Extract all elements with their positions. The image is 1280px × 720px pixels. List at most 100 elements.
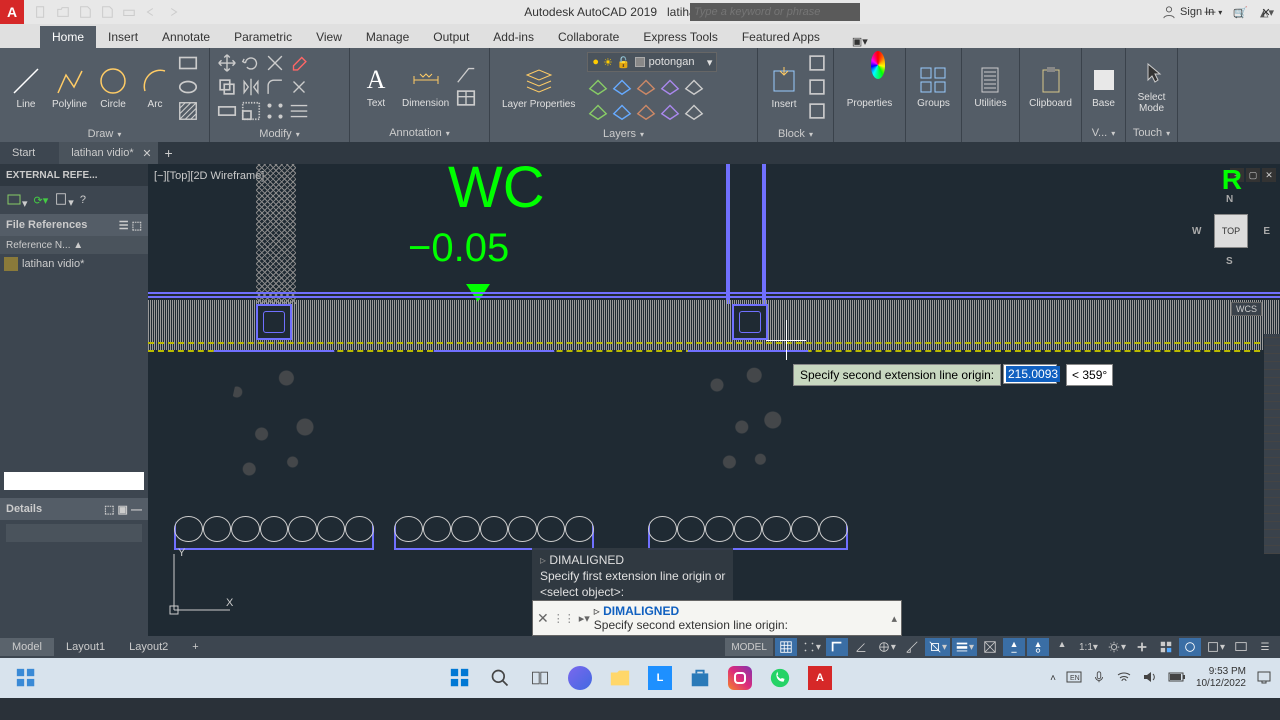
volume-icon[interactable] [1142, 669, 1158, 688]
vp-max-icon[interactable]: ▢ [1246, 168, 1260, 182]
battery-icon[interactable] [1168, 671, 1186, 686]
fillet-tool[interactable] [264, 76, 286, 98]
store-icon[interactable] [682, 662, 718, 694]
arc-tool[interactable]: Arc [135, 63, 175, 112]
array-tool[interactable] [264, 100, 286, 122]
grid-button[interactable] [775, 638, 797, 656]
layer-make-tool[interactable] [587, 100, 609, 122]
start-button[interactable] [442, 662, 478, 694]
viewcube-face[interactable]: TOP [1214, 214, 1248, 248]
ribbon-minimize-icon[interactable]: ▣▾ [852, 35, 868, 48]
close-button[interactable]: ✕ [1252, 0, 1280, 24]
add-tab-button[interactable]: + [158, 145, 180, 161]
tab-featured[interactable]: Featured Apps [730, 26, 832, 48]
ui-customize-button[interactable] [1155, 638, 1177, 656]
help-icon[interactable]: ? [80, 194, 86, 206]
minimize-button[interactable]: — [1196, 0, 1224, 24]
add-layout-button[interactable]: + [180, 638, 210, 656]
drawing-canvas[interactable]: [−][Top][2D Wireframe] WC −0.05 [148, 164, 1280, 636]
snap-button[interactable]: ▾ [799, 638, 824, 656]
tab-home[interactable]: Home [40, 26, 96, 48]
layer-off-tool[interactable] [587, 75, 609, 97]
tab-model[interactable]: Model [0, 638, 54, 656]
utilities-button[interactable]: Utilities [970, 62, 1010, 111]
viewport-label[interactable]: [−][Top][2D Wireframe] [154, 170, 264, 182]
layer-combo[interactable]: ● ☀ 🔓 potongan ▾ [587, 52, 717, 72]
attach-icon[interactable]: ▾ [6, 191, 28, 210]
annoauto-button[interactable] [1051, 638, 1073, 656]
panel-draw-label[interactable]: Draw [0, 126, 209, 142]
layer-state-tool[interactable] [659, 100, 681, 122]
explorer-icon[interactable] [602, 662, 638, 694]
command-line[interactable]: ✕ ⋮⋮ ▸▾ ▹ DIMALIGNED Specify second exte… [532, 600, 902, 636]
hardware-accel-button[interactable] [1179, 638, 1201, 656]
tab-output[interactable]: Output [421, 26, 481, 48]
tab-express[interactable]: Express Tools [631, 26, 729, 48]
erase-tool[interactable] [288, 52, 310, 74]
redo-icon[interactable] [164, 3, 182, 21]
layer-lock-tool[interactable] [635, 75, 657, 97]
panel-view-label[interactable]: V... [1082, 124, 1125, 142]
clock[interactable]: 9:53 PM 10/12/2022 [1196, 666, 1246, 690]
tab-layout2[interactable]: Layout2 [117, 638, 180, 656]
layer-walk-tool[interactable] [635, 100, 657, 122]
tab-manage[interactable]: Manage [354, 26, 421, 48]
search-button[interactable] [482, 662, 518, 694]
trim-tool[interactable] [264, 52, 286, 74]
dynamic-angle-input[interactable]: < 359° [1066, 364, 1113, 386]
tab-annotate[interactable]: Annotate [150, 26, 222, 48]
layer-iso-tool[interactable] [659, 75, 681, 97]
ellipse-tool[interactable] [177, 76, 199, 98]
file-refs-header[interactable]: File References☰ ⬚ [0, 214, 148, 236]
rectangle-tool[interactable] [177, 52, 199, 74]
whatsapp-icon[interactable] [762, 662, 798, 694]
edit-attr-tool[interactable] [806, 100, 828, 122]
insert-block-tool[interactable]: Insert [764, 63, 804, 112]
taskview-button[interactable] [522, 662, 558, 694]
osnap-button[interactable]: ▾ [925, 638, 950, 656]
hatch-tool[interactable] [177, 100, 199, 122]
modelspace-button[interactable]: MODEL [725, 638, 773, 656]
saveas-icon[interactable] [98, 3, 116, 21]
layer-prev-tool[interactable] [611, 100, 633, 122]
tab-view[interactable]: View [304, 26, 354, 48]
doc-tab-current[interactable]: latihan vidio*✕ [59, 142, 157, 164]
help-search-input[interactable] [690, 3, 860, 21]
instagram-icon[interactable] [722, 662, 758, 694]
isodraft-button[interactable]: ▾ [874, 638, 899, 656]
base-view-button[interactable]: Base [1084, 62, 1124, 111]
cmd-handle-icon[interactable]: ⋮⋮ [553, 612, 575, 625]
open-icon[interactable] [54, 3, 72, 21]
new-icon[interactable] [32, 3, 50, 21]
panel-touch-label[interactable]: Touch [1126, 124, 1177, 142]
gear-button[interactable]: ▾ [1104, 638, 1129, 656]
groups-button[interactable]: Groups [913, 62, 954, 111]
table-tool[interactable] [455, 87, 477, 109]
cmd-arrow-icon[interactable]: ▸▾ [579, 612, 590, 625]
widgets-button[interactable] [8, 662, 44, 694]
tab-collaborate[interactable]: Collaborate [546, 26, 631, 48]
fullscreen-button[interactable] [1131, 638, 1153, 656]
lineweight-button[interactable]: ▾ [952, 638, 977, 656]
offset-tool[interactable] [288, 100, 310, 122]
customize-button[interactable]: ☰ [1254, 638, 1276, 656]
wcs-label[interactable]: WCS [1231, 302, 1262, 316]
transparency-button[interactable] [979, 638, 1001, 656]
language-button[interactable]: EN [1066, 669, 1082, 688]
tab-layout1[interactable]: Layout1 [54, 638, 117, 656]
polyline-tool[interactable]: Polyline [48, 63, 91, 112]
panel-annotation-label[interactable]: Annotation [350, 124, 489, 142]
annovis-button[interactable] [1027, 638, 1049, 656]
autocad-taskbar-icon[interactable]: A [802, 662, 838, 694]
rotate-tool[interactable] [240, 52, 262, 74]
select-mode-button[interactable]: Select Mode [1132, 56, 1172, 116]
mirror-tool[interactable] [240, 76, 262, 98]
ucs-icon[interactable]: Y X [162, 542, 242, 622]
dynamic-distance-input[interactable]: 215.0093 [1003, 364, 1057, 384]
layer-properties-button[interactable]: Layer Properties [496, 65, 581, 110]
app-l-icon[interactable]: L [642, 662, 678, 694]
ortho-button[interactable] [826, 638, 848, 656]
annoscale-button[interactable] [1003, 638, 1025, 656]
layer-match-tool[interactable] [683, 75, 705, 97]
panel-layers-label[interactable]: Layers [490, 126, 757, 142]
